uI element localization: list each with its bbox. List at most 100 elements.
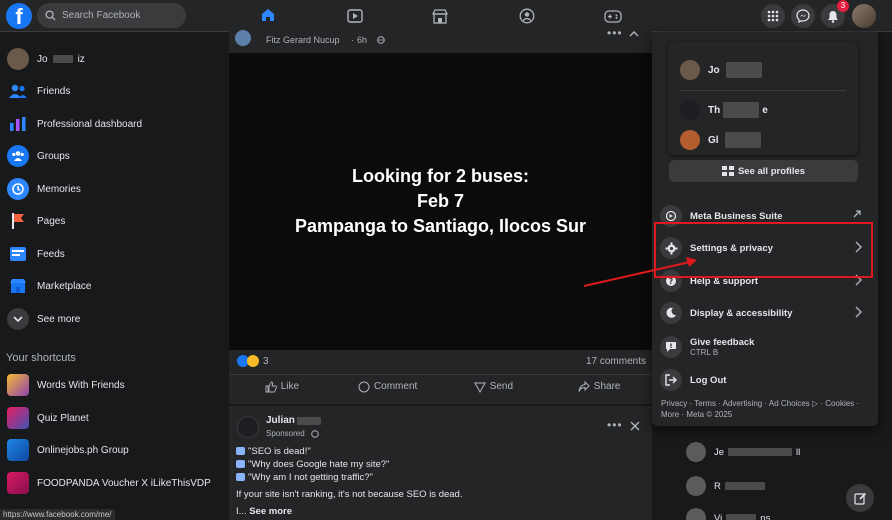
more-prefix: I... <box>236 506 247 517</box>
post-time[interactable]: 6h <box>357 35 367 45</box>
sponsored-label[interactable]: Sponsored <box>266 429 305 438</box>
messenger-button[interactable] <box>791 4 815 28</box>
shortcut-item[interactable]: Words With Friends <box>4 370 214 400</box>
speech-bubble-icon <box>236 473 245 482</box>
sidebar-item-memories[interactable]: Memories <box>4 174 214 204</box>
globe-icon <box>377 36 385 44</box>
chevron-up-icon[interactable] <box>629 30 639 37</box>
menu-item-log-out[interactable]: Log Out <box>660 365 870 395</box>
sidebar-item-professional-dashboard[interactable]: Professional dashboard <box>4 109 214 139</box>
post-author[interactable]: Julian <box>266 415 295 426</box>
menu-item-label: Give feedback <box>690 337 755 348</box>
menu-item-label: Log Out <box>690 374 727 386</box>
search-input[interactable] <box>62 10 182 21</box>
profile-name-start: Jo <box>37 53 48 65</box>
status-bar-url: https://www.facebook.com/me/ <box>0 509 115 520</box>
account-avatar[interactable] <box>852 4 876 28</box>
avatar[interactable] <box>235 30 251 46</box>
send-button[interactable]: Send <box>441 375 547 398</box>
like-button[interactable]: Like <box>229 375 335 398</box>
menu-button[interactable] <box>761 4 785 28</box>
profiles-card: Jo Th e Gl <box>668 42 858 155</box>
contact-item[interactable]: Vi ns <box>686 506 770 520</box>
redacted-text <box>724 132 761 148</box>
more-options-icon[interactable]: ••• <box>607 26 623 40</box>
reaction-summary: 3 17 comments <box>229 350 652 372</box>
share-button[interactable]: Share <box>546 375 652 398</box>
contact-item[interactable]: R <box>686 474 769 498</box>
thumbs-up-icon <box>265 381 277 392</box>
sidebar-profile[interactable]: Jo iz <box>4 44 214 74</box>
shortcut-item[interactable]: Quiz Planet <box>4 403 214 433</box>
sidebar-item-label: Friends <box>37 85 71 97</box>
avatar <box>680 100 700 120</box>
avatar[interactable] <box>237 416 259 438</box>
contact-item[interactable]: Je ll <box>686 440 800 464</box>
reaction-count[interactable]: 3 <box>263 356 269 367</box>
close-icon[interactable] <box>630 421 640 431</box>
grid-menu-icon <box>767 10 779 22</box>
profile-row[interactable]: Th e <box>680 96 768 124</box>
more-options-icon[interactable]: ••• <box>607 418 623 432</box>
notification-badge: 3 <box>837 0 849 12</box>
profile-name: Jo <box>708 64 720 76</box>
sidebar-item-marketplace[interactable]: Marketplace <box>4 271 214 301</box>
shortcut-icon <box>7 439 29 461</box>
sidebar-item-pages[interactable]: Pages <box>4 206 214 236</box>
see-all-label: See all profiles <box>737 165 806 177</box>
see-more-link[interactable]: See more <box>249 506 292 517</box>
contact-name-end: ll <box>796 446 801 458</box>
menu-item-label: Meta Business Suite <box>690 210 783 222</box>
action-label: Like <box>280 381 300 392</box>
pages-icon <box>7 210 29 232</box>
search-box[interactable] <box>37 3 186 28</box>
post-header: Fitz Gerard Nucup · 6h ••• <box>229 24 652 52</box>
post-image-line: Pampanga to Santiago, Ilocos Sur <box>294 216 587 236</box>
sidebar-item-friends[interactable]: Friends <box>4 76 214 106</box>
shortcut-label: FOODPANDA Voucher X iLikeThisVDP <box>37 477 211 489</box>
profile-name-end: iz <box>77 53 85 65</box>
avatar <box>7 48 29 70</box>
post-author[interactable]: Fitz Gerard Nucup <box>266 35 340 45</box>
redacted-text <box>723 102 760 118</box>
sidebar-item-see-more[interactable]: See more <box>4 304 214 334</box>
sidebar-item-groups[interactable]: Groups <box>4 141 214 171</box>
post-line: "SEO is dead!" <box>236 446 311 457</box>
globe-icon <box>311 430 319 438</box>
groups-icon <box>519 8 535 24</box>
profile-name-end: e <box>762 104 768 116</box>
friends-icon <box>7 80 29 102</box>
sidebar-item-feeds[interactable]: Feeds <box>4 239 214 269</box>
sidebar-item-label: Marketplace <box>37 280 92 292</box>
see-all-profiles-button[interactable]: See all profiles <box>669 160 858 182</box>
menu-item-display-accessibility[interactable]: Display & accessibility <box>660 298 870 328</box>
highlight-box <box>654 222 873 278</box>
comment-count[interactable]: 17 comments <box>586 356 646 367</box>
avatar <box>686 476 706 496</box>
shortcut-icon <box>7 472 29 494</box>
post-line: "Why am I not getting traffic?" <box>236 472 373 483</box>
footer-copyright[interactable]: More · Meta © 2025 <box>661 409 873 420</box>
notifications-button[interactable]: 3 <box>821 0 849 28</box>
post-image-line: Feb 7 <box>416 191 464 211</box>
menu-item-give-feedback[interactable]: Give feedback CTRL B <box>660 332 870 362</box>
profile-name: Gl <box>708 134 719 146</box>
footer-links[interactable]: Privacy · Terms · Advertising · Ad Choic… <box>661 398 873 409</box>
comment-button[interactable]: Comment <box>335 375 441 398</box>
post-image[interactable]: Looking for 2 buses: Feb 7 Pampanga to S… <box>229 53 652 350</box>
shortcut-item[interactable]: FOODPANDA Voucher X iLikeThisVDP <box>4 468 214 498</box>
redacted-text <box>52 55 73 63</box>
divider <box>680 90 846 91</box>
redacted-text <box>728 448 793 456</box>
profile-row[interactable]: Jo <box>680 56 762 84</box>
feed-post: Fitz Gerard Nucup · 6h ••• Looking for 2… <box>229 24 652 404</box>
post-body: If your site isn't ranking, it's not bec… <box>236 489 463 500</box>
post-actions: Like Comment Send Share <box>229 374 652 398</box>
shortcut-item[interactable]: Onlinejobs.ph Group <box>4 435 214 465</box>
facebook-logo[interactable]: f <box>6 3 32 29</box>
new-message-button[interactable] <box>846 484 874 512</box>
profile-row[interactable]: Gl <box>680 126 761 154</box>
share-icon <box>578 380 590 392</box>
sidebar-item-label: Feeds <box>37 248 65 260</box>
sidebar-item-label: See more <box>37 313 81 325</box>
